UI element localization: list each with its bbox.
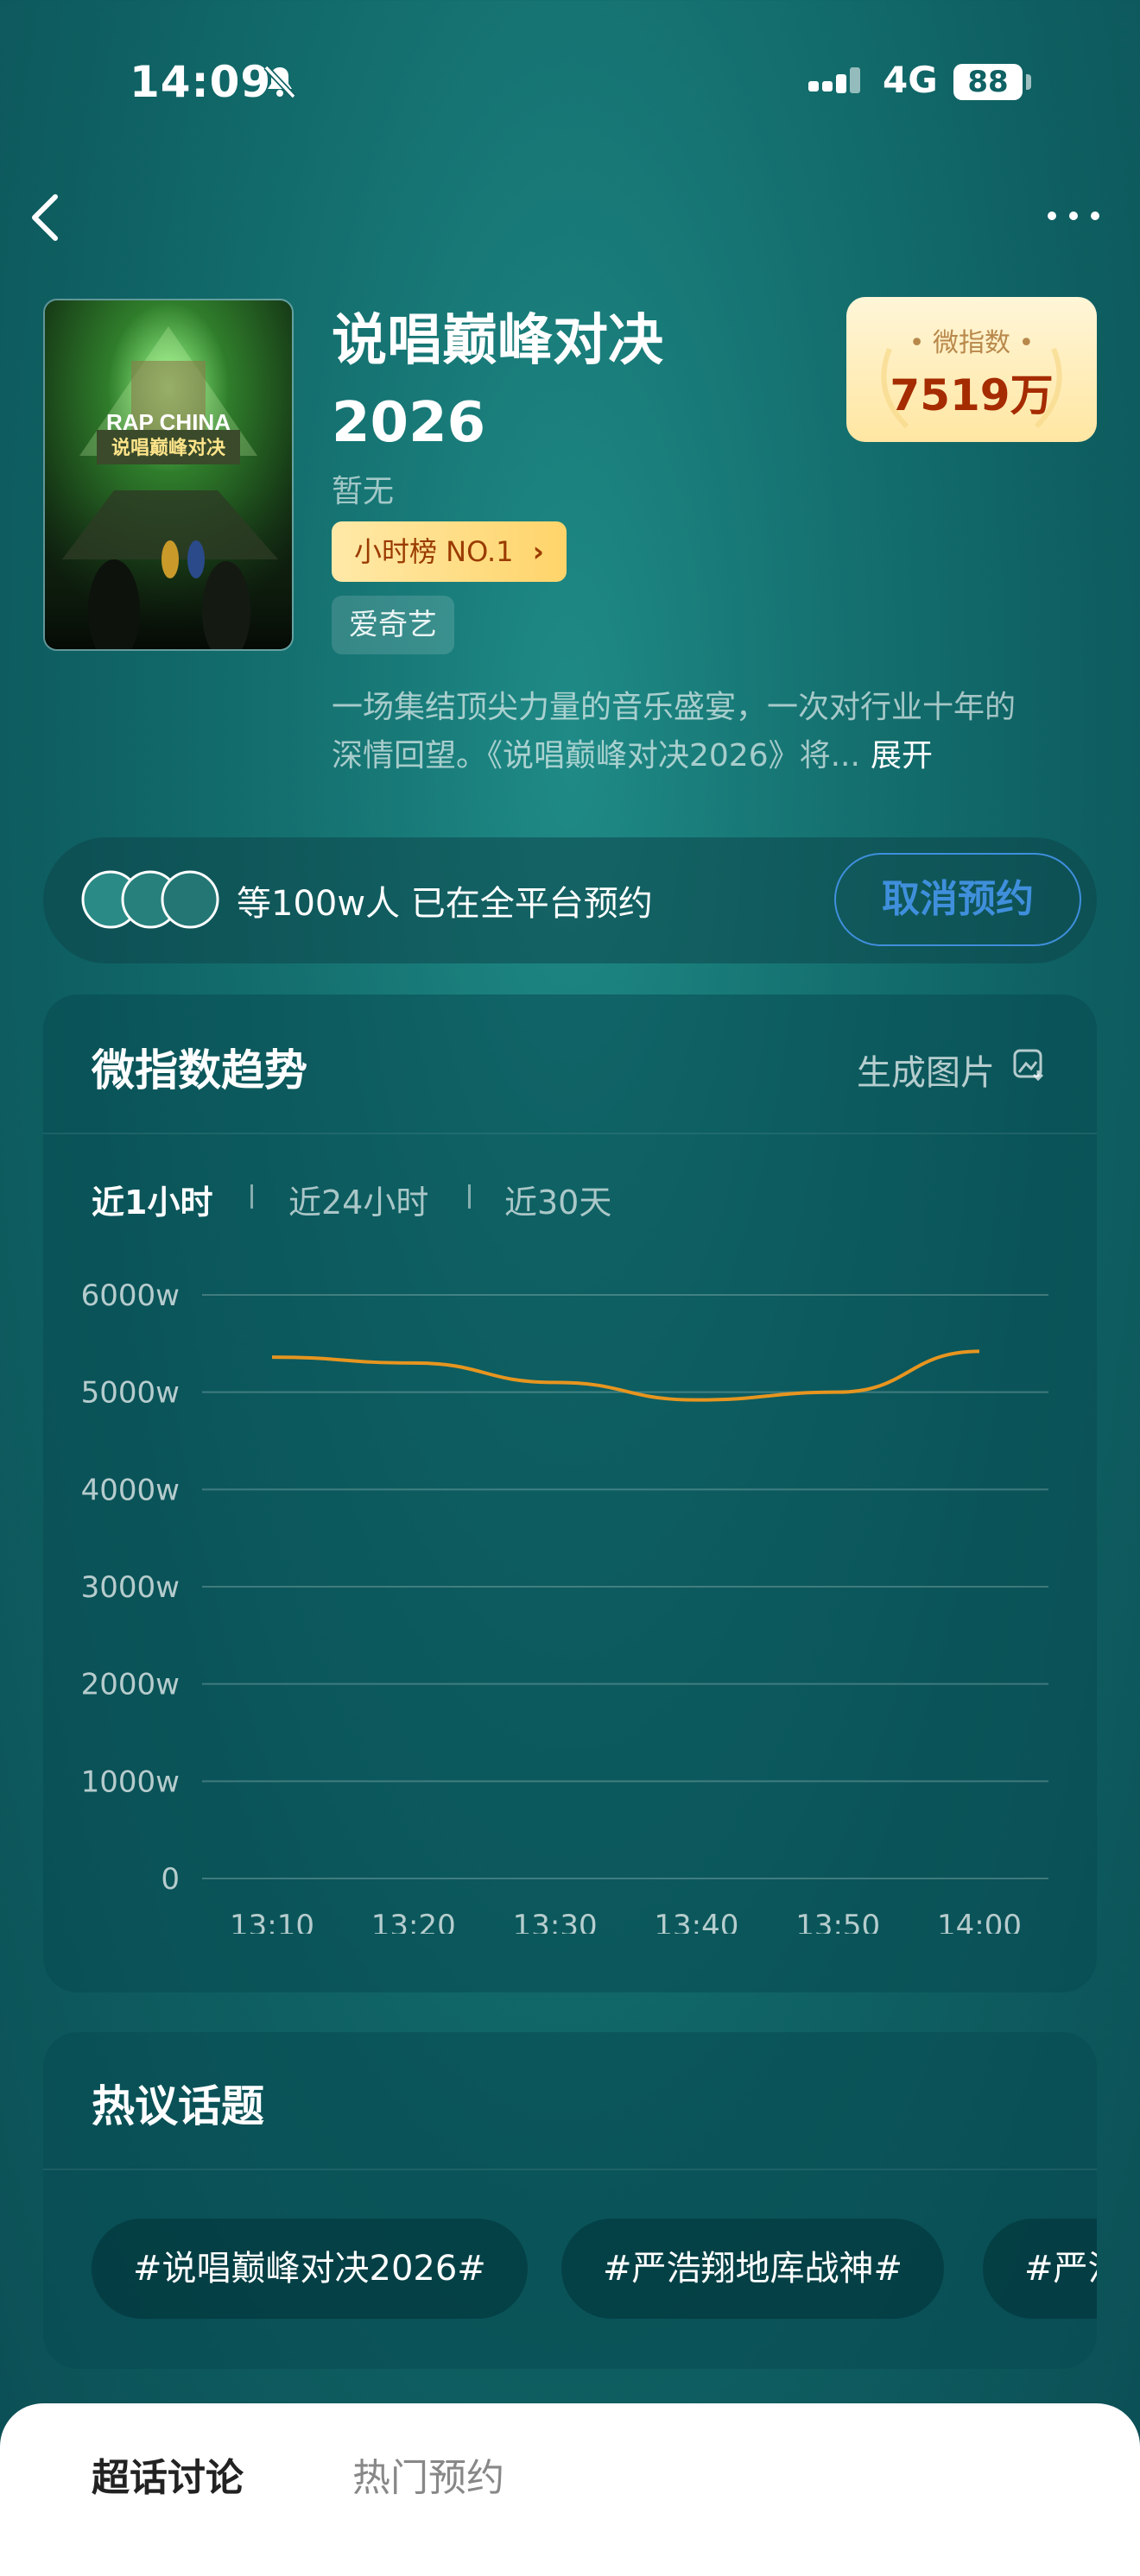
y-tick-label: 3000w	[81, 1570, 180, 1605]
reservation-count-text: 等100w人 已在全平台预约	[237, 884, 653, 924]
tab-separator	[468, 1184, 471, 1209]
status-time: 14:09	[130, 57, 272, 107]
back-arrow-icon[interactable]	[28, 192, 62, 243]
y-tick-label: 5000w	[81, 1376, 180, 1411]
topics-title: 热议话题	[92, 2081, 264, 2131]
more-options-icon[interactable]	[1045, 205, 1102, 226]
battery-tip	[1026, 74, 1031, 90]
index-label-text: 微指数	[933, 328, 1010, 358]
generate-image-button[interactable]: 生成图片	[857, 1045, 995, 1095]
tab-30-days[interactable]: 近30天	[504, 1176, 611, 1223]
x-tick-label: 13:10	[230, 1909, 314, 1934]
expand-link[interactable]: 展开	[871, 738, 933, 773]
platform-tag[interactable]: 爱奇艺	[332, 596, 454, 654]
y-tick-label: 6000w	[81, 1279, 180, 1313]
mute-bell-icon	[263, 65, 296, 99]
trend-title: 微指数趋势	[92, 1045, 307, 1095]
show-title-line1: 说唱巅峰对决	[332, 309, 663, 373]
poster-image: RAP CHINA 说唱巅峰对决	[45, 300, 292, 649]
show-description: 一场集结顶尖力量的音乐盛宴，一次对行业十年的 深情回望。《说唱巅峰对决2026》…	[332, 684, 1074, 780]
y-tick-label: 2000w	[81, 1668, 180, 1702]
poster-sub-text: 说唱巅峰对决	[111, 437, 226, 459]
topic-chip[interactable]: #严浩翔地库战神#	[561, 2219, 945, 2319]
y-tick-label: 1000w	[81, 1765, 180, 1799]
network-type: 4G	[883, 59, 938, 101]
card-divider	[43, 1133, 1097, 1134]
cancel-reservation-button[interactable]: 取消预约	[834, 853, 1081, 946]
x-tick-label: 14:00	[937, 1909, 1022, 1934]
x-tick-label: 13:40	[654, 1909, 738, 1934]
topic-chip-row: #说唱巅峰对决2026# #严浩翔地库战神# #严浩	[43, 2210, 1097, 2331]
show-poster[interactable]: RAP CHINA 说唱巅峰对决	[43, 299, 294, 651]
tab-separator	[250, 1184, 253, 1209]
show-subtitle: 暂无	[332, 474, 395, 509]
description-line1: 一场集结顶尖力量的音乐盛宴，一次对行业十年的	[332, 690, 1016, 725]
rank-badge[interactable]: 小时榜 NO.1 ›	[332, 521, 567, 582]
show-title: 说唱巅峰对决 2026	[332, 300, 815, 464]
tab-24-hours[interactable]: 近24小时	[288, 1176, 428, 1223]
x-tick-label: 13:30	[513, 1909, 598, 1934]
x-tick-label: 13:20	[371, 1909, 456, 1934]
show-title-line2: 2026	[332, 391, 486, 455]
topic-chip[interactable]: #说唱巅峰对决2026#	[92, 2219, 528, 2319]
card-divider	[43, 2169, 1097, 2170]
weibo-index-card[interactable]: • 微指数 • 7519万	[846, 297, 1097, 442]
tab-1-hour[interactable]: 近1小时	[92, 1176, 212, 1223]
image-export-icon[interactable]	[1012, 1048, 1047, 1083]
tab-super-topic[interactable]: 超话讨论	[92, 2447, 244, 2502]
trend-line-chart: 0 1000w 2000w 3000w 4000w 5000w 6000w 13:10 13:2…	[81, 1279, 1048, 1934]
tab-popular-reservations[interactable]: 热门预约	[352, 2447, 504, 2502]
avatar-stack	[81, 870, 219, 929]
index-value: 7519万	[890, 370, 1054, 420]
rank-label: 小时榜 NO.1	[354, 535, 514, 568]
index-label: • 微指数 •	[909, 328, 1035, 358]
battery-indicator: 88	[953, 64, 1023, 100]
poster-title-text: RAP CHINA	[106, 409, 231, 435]
topic-chip[interactable]: #严浩	[983, 2219, 1097, 2319]
x-tick-label: 13:50	[795, 1909, 880, 1934]
chevron-right-icon: ›	[532, 535, 544, 568]
description-line2: 深情回望。《说唱巅峰对决2026》将...	[332, 738, 860, 773]
y-tick-label: 0	[161, 1862, 180, 1897]
y-tick-label: 4000w	[81, 1473, 180, 1507]
signal-icon	[808, 67, 860, 93]
